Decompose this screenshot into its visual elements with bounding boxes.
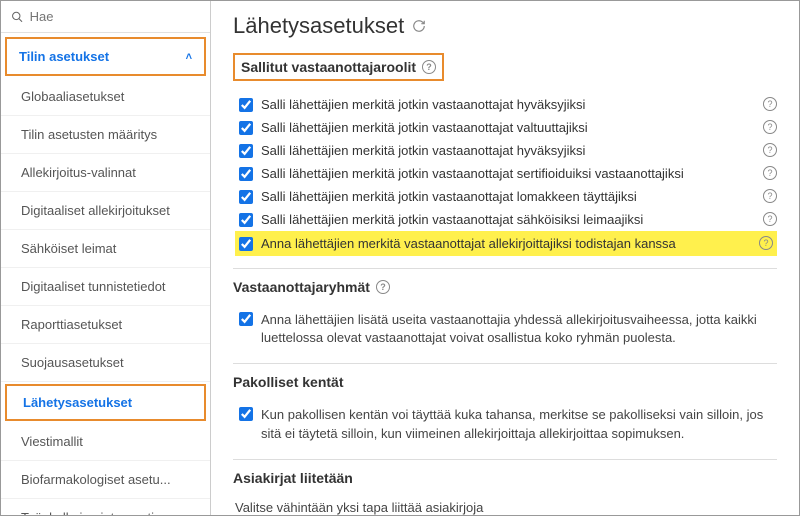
role-form-fillers-checkbox[interactable] bbox=[239, 190, 253, 204]
sidebar-item-global[interactable]: Globaaliasetukset bbox=[1, 78, 210, 116]
groups-allow-multiple[interactable]: Anna lähettäjien lisätä useita vastaanot… bbox=[239, 307, 777, 351]
divider bbox=[233, 268, 777, 269]
search-input[interactable] bbox=[30, 9, 200, 24]
sidebar: Tilin asetukset ˄ Globaaliasetukset Tili… bbox=[1, 1, 211, 515]
section-attach-documents: Asiakirjat liitetään bbox=[233, 470, 353, 486]
role-e-stampers[interactable]: Salli lähettäjien merkitä jotkin vastaan… bbox=[239, 208, 777, 231]
roles-list: Salli lähettäjien merkitä jotkin vastaan… bbox=[239, 93, 777, 256]
required-last-signer-checkbox[interactable] bbox=[239, 407, 253, 421]
help-icon[interactable]: ? bbox=[763, 120, 777, 134]
groups-allow-multiple-checkbox[interactable] bbox=[239, 312, 253, 326]
section-allowed-recipient-roles: Sallitut vastaanottajaroolit ? bbox=[233, 53, 444, 81]
help-icon[interactable]: ? bbox=[763, 212, 777, 226]
help-icon[interactable]: ? bbox=[376, 280, 390, 294]
nav-group-label: Tilin asetukset bbox=[19, 49, 109, 64]
sidebar-item-send-settings[interactable]: Lähetysasetukset bbox=[5, 384, 206, 421]
sidebar-item-security-settings[interactable]: Suojausasetukset bbox=[1, 344, 210, 382]
help-icon[interactable]: ? bbox=[759, 236, 773, 250]
sidebar-item-message-templates[interactable]: Viestimallit bbox=[1, 423, 210, 461]
role-form-fillers[interactable]: Salli lähettäjien merkitä jotkin vastaan… bbox=[239, 185, 777, 208]
help-icon[interactable]: ? bbox=[763, 97, 777, 111]
sidebar-item-signature-options[interactable]: Allekirjoitus-valinnat bbox=[1, 154, 210, 192]
divider bbox=[233, 459, 777, 460]
sidebar-item-e-stamps[interactable]: Sähköiset leimat bbox=[1, 230, 210, 268]
help-icon[interactable]: ? bbox=[763, 189, 777, 203]
main-content: Lähetysasetukset Sallitut vastaanottajar… bbox=[211, 1, 799, 515]
role-acceptors-checkbox[interactable] bbox=[239, 144, 253, 158]
attach-sub-desc: Valitse vähintään yksi tapa liittää asia… bbox=[235, 500, 777, 515]
divider bbox=[233, 363, 777, 364]
page-title: Lähetysasetukset bbox=[233, 13, 777, 39]
role-delegators-checkbox[interactable] bbox=[239, 121, 253, 135]
nav-group-account-settings[interactable]: Tilin asetukset ˄ bbox=[5, 37, 206, 76]
role-certified-recipients-checkbox[interactable] bbox=[239, 167, 253, 181]
role-approvers[interactable]: Salli lähettäjien merkitä jotkin vastaan… bbox=[239, 93, 777, 116]
sidebar-item-digital-ids[interactable]: Digitaaliset tunnistetiedot bbox=[1, 268, 210, 306]
role-e-stampers-checkbox[interactable] bbox=[239, 213, 253, 227]
role-acceptors[interactable]: Salli lähettäjien merkitä jotkin vastaan… bbox=[239, 139, 777, 162]
role-delegators[interactable]: Salli lähettäjien merkitä jotkin vastaan… bbox=[239, 116, 777, 139]
refresh-icon[interactable] bbox=[412, 19, 426, 33]
search-bar[interactable] bbox=[1, 1, 210, 33]
search-icon bbox=[11, 10, 24, 24]
sidebar-item-biopharma[interactable]: Biofarmakologiset asetu... bbox=[1, 461, 210, 499]
help-icon[interactable]: ? bbox=[422, 60, 436, 74]
section-recipient-groups: Vastaanottajaryhmät ? bbox=[233, 279, 390, 295]
required-last-signer[interactable]: Kun pakollisen kentän voi täyttää kuka t… bbox=[239, 402, 777, 446]
role-approvers-checkbox[interactable] bbox=[239, 98, 253, 112]
help-icon[interactable]: ? bbox=[763, 143, 777, 157]
sidebar-item-report-settings[interactable]: Raporttiasetukset bbox=[1, 306, 210, 344]
role-signers-with-witness[interactable]: Anna lähettäjien merkitä vastaanottajat … bbox=[235, 231, 777, 256]
sidebar-item-digital-signatures[interactable]: Digitaaliset allekirjoitukset bbox=[1, 192, 210, 230]
section-required-fields: Pakolliset kentät bbox=[233, 374, 344, 390]
help-icon[interactable]: ? bbox=[763, 166, 777, 180]
chevron-up-icon: ˄ bbox=[186, 51, 192, 63]
nav-items: Globaaliasetukset Tilin asetusten määrit… bbox=[1, 78, 210, 515]
sidebar-item-workflow-integration[interactable]: Työnkulkujen integraatio bbox=[1, 499, 210, 515]
role-signers-with-witness-checkbox[interactable] bbox=[239, 237, 253, 251]
role-certified-recipients[interactable]: Salli lähettäjien merkitä jotkin vastaan… bbox=[239, 162, 777, 185]
sidebar-item-account-config[interactable]: Tilin asetusten määritys bbox=[1, 116, 210, 154]
